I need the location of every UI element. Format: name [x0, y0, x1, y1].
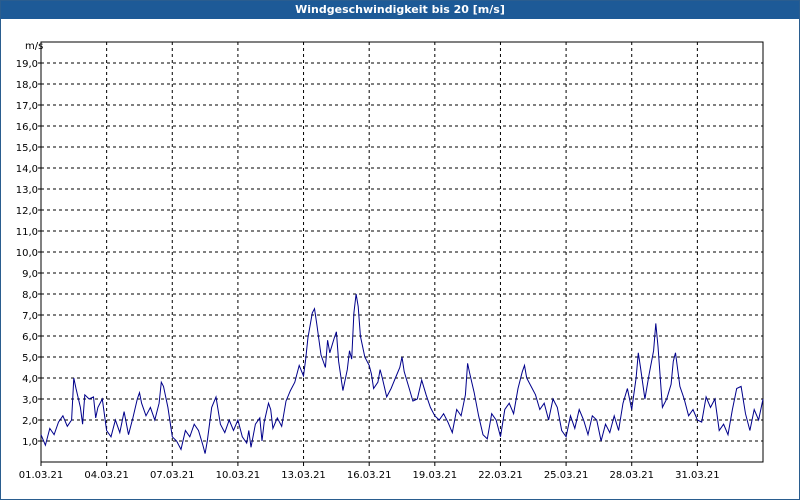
y-tick-label: 18,0: [16, 80, 38, 91]
y-tick-label: 11,0: [16, 227, 38, 238]
y-tick-label: 17,0: [16, 101, 38, 112]
x-tick-label: 01.03.21: [19, 470, 64, 481]
x-tick-label: 25.03.21: [544, 470, 589, 481]
y-tick-label: 10,0: [16, 248, 38, 259]
x-tick-label: 31.03.21: [675, 470, 720, 481]
x-tick-label: 28.03.21: [609, 470, 654, 481]
chart-area: 1,0 2,0 3,0 4,0 5,0 6,0 7,0 8,0 9,0 10,0 11,0 12,0 1…: [1, 20, 799, 499]
y-tick-label: 3,0: [22, 395, 38, 406]
y-axis-unit-label: m/s: [25, 41, 43, 52]
y-tick-label: 4,0: [22, 374, 38, 385]
y-tick-label: 7,0: [22, 311, 38, 322]
x-tick-label: 22.03.21: [478, 470, 523, 481]
x-tick-label: 13.03.21: [281, 470, 326, 481]
chart-window: Windgeschwindigkeit bis 20 [m/s] 1,0 2,0 3…: [0, 0, 800, 500]
x-tick-label: 19.03.21: [413, 470, 458, 481]
y-tick-label: 16,0: [16, 122, 38, 133]
y-tick-label: 13,0: [16, 185, 38, 196]
x-tick-label: 10.03.21: [216, 470, 261, 481]
y-tick-label: 8,0: [22, 290, 38, 301]
y-tick-label: 6,0: [22, 332, 38, 343]
wind-speed-chart: 1,0 2,0 3,0 4,0 5,0 6,0 7,0 8,0 9,0 10,0 11,0 12,0 1…: [16, 41, 764, 481]
y-tick-label: 14,0: [16, 164, 38, 175]
y-tick-label: 19,0: [16, 59, 38, 70]
grid-lines: [41, 42, 763, 462]
chart-title: Windgeschwindigkeit bis 20 [m/s]: [1, 1, 799, 19]
y-tick-label: 1,0: [22, 437, 38, 448]
y-tick-label: 15,0: [16, 143, 38, 154]
y-tick-label: 2,0: [22, 416, 38, 427]
y-tick-label: 9,0: [22, 269, 38, 280]
x-tick-label: 16.03.21: [347, 470, 392, 481]
y-tick-label: 12,0: [16, 206, 38, 217]
x-tick-label: 04.03.21: [84, 470, 129, 481]
y-tick-label: 5,0: [22, 353, 38, 364]
x-tick-label: 07.03.21: [150, 470, 195, 481]
